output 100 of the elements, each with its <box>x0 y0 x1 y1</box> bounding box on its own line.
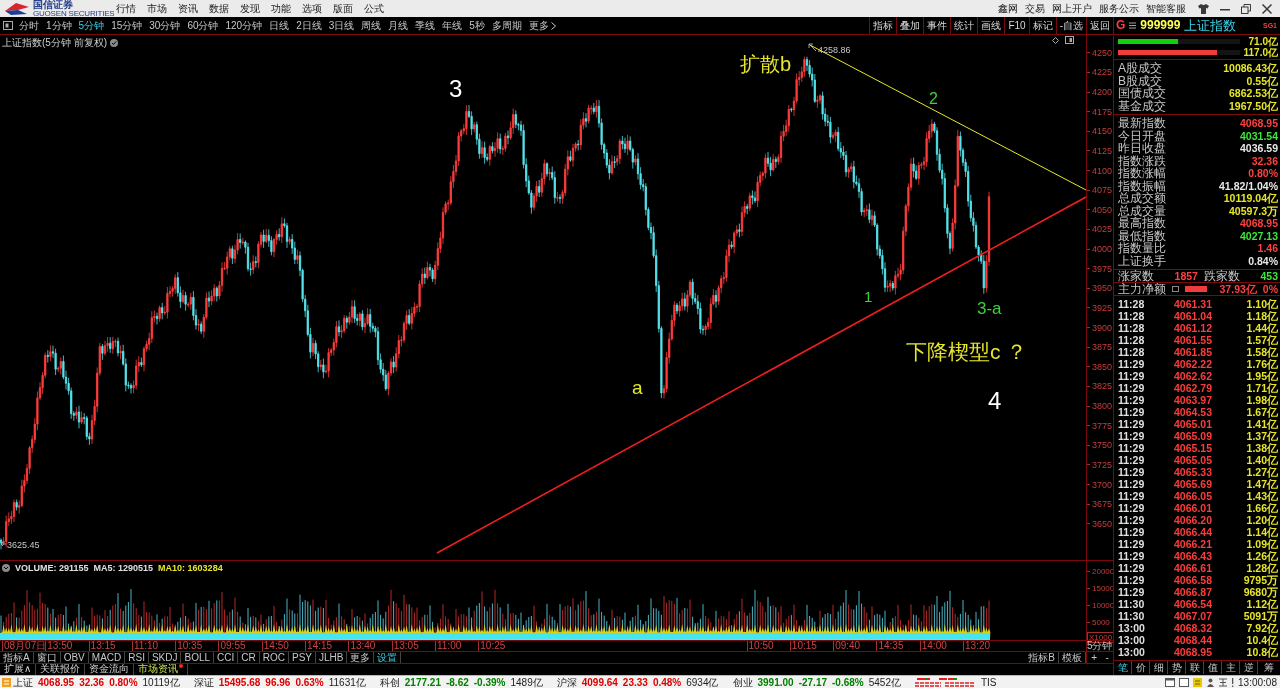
period-tab[interactable]: 60分钟 <box>187 19 219 32</box>
tick-volume: 1.98亿 <box>1246 394 1278 406</box>
toolbar-button[interactable]: F10 <box>1004 17 1029 34</box>
menu-item[interactable]: 公式 <box>364 2 384 15</box>
stat-value: 40597.3万 <box>1229 204 1278 217</box>
stat-label: B股成交 <box>1118 74 1162 87</box>
lines-icon[interactable] <box>1219 677 1228 687</box>
tick-price: 4061.04 <box>1174 310 1212 322</box>
volume-readout: MA10: 1603284 <box>158 563 223 573</box>
index-amount: 10119亿 <box>142 676 180 688</box>
window-icon[interactable] <box>1179 677 1190 687</box>
tick-time: 11:28 <box>1118 322 1145 334</box>
tick-time: 11:29 <box>1118 538 1145 550</box>
shirt-icon[interactable] <box>1198 3 1209 14</box>
check-circle-icon[interactable] <box>110 39 118 47</box>
period-tab[interactable]: 5分钟 <box>78 19 105 32</box>
tick-time: 11:29 <box>1118 442 1145 454</box>
indicator-tab[interactable]: CR <box>238 652 260 663</box>
stat-label: 最高指数 <box>1118 217 1166 230</box>
menu-item[interactable]: 选项 <box>302 2 322 15</box>
period-tab[interactable]: 月线 <box>388 19 409 32</box>
menu-item[interactable]: 行情 <box>116 2 136 15</box>
dashed-bars-icon <box>914 677 975 687</box>
time-label: 13:50 <box>45 641 73 651</box>
menu-item[interactable]: 功能 <box>271 2 291 15</box>
indicator-tab[interactable]: 模板 <box>1059 652 1086 663</box>
period-tab[interactable]: 周线 <box>361 19 382 32</box>
tick-time: 11:29 <box>1118 562 1145 574</box>
stat-label: 指数振幅 <box>1118 179 1166 192</box>
top-link[interactable]: 网上开户 <box>1052 2 1092 15</box>
tick-time: 11:29 <box>1118 418 1145 430</box>
indicator-tab[interactable]: 指标A <box>0 652 34 663</box>
indicator-tab[interactable]: PSY <box>289 652 316 663</box>
axis-label: 3950 <box>1092 283 1113 294</box>
period-tab[interactable]: 1分钟 <box>46 19 72 32</box>
stat-value: 1.46 <box>1257 242 1278 255</box>
period-tab[interactable]: 日线 <box>269 19 290 32</box>
chart-annotation: 扩散b <box>740 53 792 75</box>
toolbar-button[interactable]: 标记 <box>1028 17 1056 34</box>
tick-volume: 10.8亿 <box>1246 646 1278 658</box>
menu-item[interactable]: 市场 <box>147 2 167 15</box>
menu-item[interactable]: 版面 <box>333 2 353 15</box>
exclamation-icon[interactable] <box>1231 677 1235 687</box>
period-tab[interactable]: 2日线 <box>296 19 322 32</box>
panel-toggle-icon[interactable] <box>3 21 13 30</box>
period-tab[interactable]: 5秒 <box>469 19 485 32</box>
flow-value: 117.0亿 <box>1243 46 1278 59</box>
close-icon[interactable] <box>1262 3 1272 14</box>
menu-item[interactable]: 发现 <box>240 2 260 15</box>
menu-item[interactable]: 数据 <box>209 2 229 15</box>
tick-volume: 1.43亿 <box>1246 490 1278 502</box>
volume-readout: MA5: 1290515 <box>93 563 154 573</box>
indicator-tab[interactable]: 指标B <box>1025 652 1059 663</box>
window-icon[interactable] <box>1165 677 1176 687</box>
top-link[interactable]: 交易 <box>1025 2 1045 15</box>
stat-value: 10086.43亿 <box>1223 62 1278 75</box>
tick-volume: 10.4亿 <box>1246 634 1278 646</box>
period-tab[interactable]: 季线 <box>415 19 436 32</box>
zoom-button[interactable]: + <box>1089 652 1100 663</box>
period-tab[interactable]: 120分钟 <box>225 19 263 32</box>
tick-volume: 1.27亿 <box>1246 466 1278 478</box>
stat-label: 上证换手 <box>1118 254 1166 267</box>
period-tab[interactable]: 15分钟 <box>111 19 143 32</box>
chevron-down-circle-icon[interactable] <box>2 564 10 572</box>
tick-volume: 7.92亿 <box>1246 622 1278 634</box>
index-value: 4068.95 <box>38 676 75 688</box>
chevron-right-icon[interactable] <box>550 21 556 30</box>
tick-price: 4062.79 <box>1174 382 1212 394</box>
period-tab[interactable]: 年线 <box>442 19 463 32</box>
indicator-tab[interactable]: CCI <box>214 652 239 663</box>
tick-price: 4068.44 <box>1174 634 1212 646</box>
axis-label: 3775 <box>1092 420 1113 431</box>
axis-label: 4225 <box>1092 67 1113 78</box>
settings-link[interactable]: 设置 <box>374 652 402 663</box>
period-tab[interactable]: 分时 <box>19 19 39 32</box>
tick-price: 4066.21 <box>1174 538 1212 550</box>
top-link[interactable]: 智能客服 <box>1146 2 1186 15</box>
indicator-tab[interactable]: JLHB <box>316 652 348 663</box>
tick-time: 11:29 <box>1118 394 1145 406</box>
brand-subtitle: GUOSEN SECURITIES <box>33 10 115 17</box>
diamond-icon[interactable] <box>1052 36 1059 44</box>
tick-time: 11:30 <box>1118 610 1145 622</box>
toolbar-button[interactable]: -自选 <box>1055 17 1086 34</box>
stock-code: 999999 <box>1140 19 1181 32</box>
top-link[interactable]: 服务公示 <box>1099 2 1139 15</box>
period-tab[interactable]: 3日线 <box>328 19 355 32</box>
restore-icon[interactable] <box>1241 3 1251 14</box>
more-tab[interactable]: 更多 <box>528 19 549 32</box>
menu-item[interactable]: 资讯 <box>178 2 198 15</box>
tick-price: 4068.32 <box>1174 622 1212 634</box>
axis-label: 4100 <box>1092 165 1113 176</box>
menu-icon[interactable] <box>1129 22 1137 29</box>
indicator-tab[interactable]: 更多 <box>347 652 375 663</box>
chart-annotation: 3-a <box>977 299 1002 318</box>
person-icon[interactable] <box>1206 677 1216 687</box>
panel-toggle-icon[interactable] <box>1065 36 1074 44</box>
top-link[interactable]: 鑫网 <box>998 2 1018 15</box>
period-tab[interactable]: 多周期 <box>491 19 522 32</box>
period-tab[interactable]: 30分钟 <box>149 19 181 32</box>
tick-price: 4066.44 <box>1174 526 1212 538</box>
